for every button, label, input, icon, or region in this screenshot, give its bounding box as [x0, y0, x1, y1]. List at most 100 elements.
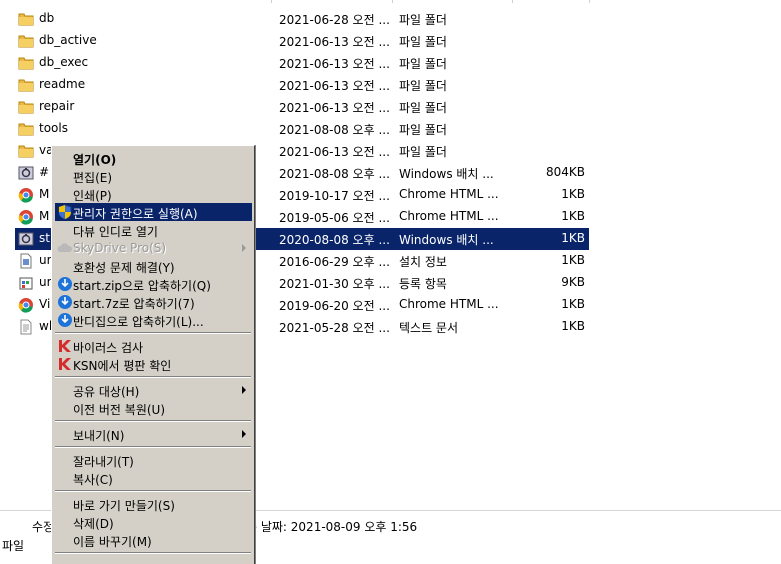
menu-item[interactable]: 반디집으로 압축하기(L)... — [55, 311, 252, 329]
menu-item[interactable]: KSN에서 평판 확인 — [55, 355, 252, 373]
file-name: db_active — [39, 33, 97, 47]
uac-shield-icon — [57, 204, 73, 220]
menu-item[interactable]: 이름 바꾸기(M) — [55, 531, 252, 549]
menu-item-label: KSN에서 평판 확인 — [73, 359, 172, 373]
file-size: 1KB — [561, 187, 585, 201]
menu-item-label: 복사(C) — [73, 473, 113, 487]
file-type: 파일 — [2, 539, 25, 553]
submenu-arrow-icon — [242, 430, 246, 438]
context-menu: 열기(O) 편집(E) 인쇄(P) 관리자 권한으로 실행(A) 다뷰 인디로 열기 Sk… — [51, 145, 255, 564]
file-date: 2021-06-13 오전 ... — [279, 35, 390, 49]
menu-item[interactable]: 관리자 권한으로 실행(A) — [55, 203, 252, 221]
submenu-arrow-icon — [242, 386, 246, 394]
registry-icon — [18, 275, 34, 291]
menu-item[interactable]: SkyDrive Pro(S) — [55, 239, 252, 257]
menu-item[interactable]: 바이러스 검사 — [55, 337, 252, 355]
file-name: M — [39, 187, 50, 201]
file-row[interactable]: tools 2021-08-08 오후 ... 파일 폴더 — [15, 118, 589, 140]
file-date: 2021-06-13 오전 ... — [279, 145, 390, 159]
menu-item-label: start.zip으로 압축하기(Q) — [73, 279, 211, 293]
file-date: 2021-05-28 오전 ... — [279, 321, 390, 335]
file-type: Chrome HTML ... — [399, 297, 499, 311]
column-separator[interactable] — [271, 0, 272, 3]
menu-item-label: 공유 대상(H) — [73, 385, 140, 399]
file-date: 2021-06-13 오전 ... — [279, 79, 390, 93]
bandizip-icon — [57, 294, 73, 310]
folder-icon — [18, 121, 34, 137]
file-row[interactable]: readme 2021-06-13 오전 ... 파일 폴더 — [15, 74, 589, 96]
folder-icon — [18, 11, 34, 27]
column-separator[interactable] — [512, 0, 513, 3]
menu-item-label: start.7z로 압축하기(7) — [73, 297, 195, 311]
menu-item[interactable]: 바로 가기 만들기(S) — [55, 495, 252, 513]
menu-item-label: 이름 바꾸기(M) — [73, 535, 152, 549]
chrome-icon — [18, 209, 34, 225]
file-date: 2016-06-29 오후 ... — [279, 255, 390, 269]
menu-item[interactable]: 삭제(D) — [55, 513, 252, 531]
file-name: # — [39, 165, 50, 179]
batch-file-icon — [18, 231, 34, 247]
file-type: 파일 폴더 — [399, 145, 447, 159]
file-name: tools — [39, 121, 68, 135]
file-date: 2021-08-08 오후 ... — [279, 167, 390, 181]
file-type: 파일 폴더 — [399, 123, 447, 137]
menu-item[interactable]: 호환성 문제 해결(Y) — [55, 257, 252, 275]
menu-item[interactable]: 다뷰 인디로 열기 — [55, 221, 252, 239]
menu-item-label: 호환성 문제 해결(Y) — [73, 261, 175, 275]
file-type: 파일 폴더 — [399, 57, 447, 71]
file-type: 파일 폴더 — [399, 13, 447, 27]
chrome-icon — [18, 297, 34, 313]
file-name: db — [39, 11, 55, 25]
file-name: Vi — [39, 297, 51, 311]
file-row[interactable]: repair 2021-06-13 오전 ... 파일 폴더 — [15, 96, 589, 118]
file-name: st — [39, 231, 50, 245]
file-type: 파일 폴더 — [399, 79, 447, 93]
file-date: 2019-05-06 오전 ... — [279, 211, 390, 225]
file-type: 파일 폴더 — [399, 101, 447, 115]
menu-item-label: 삭제(D) — [73, 517, 114, 531]
file-size: 1KB — [561, 319, 585, 333]
file-size: 1KB — [561, 209, 585, 223]
menu-item[interactable]: 복사(C) — [55, 469, 252, 487]
file-date: 2021-01-30 오후 ... — [279, 277, 390, 291]
menu-item[interactable]: 인쇄(P) — [55, 185, 252, 203]
file-name: ur — [39, 275, 52, 289]
file-size: 1KB — [561, 253, 585, 267]
menu-item[interactable]: 잘라내기(T) — [55, 451, 252, 469]
setup-info-icon — [18, 253, 34, 269]
folder-icon — [18, 33, 34, 49]
file-size: 9KB — [561, 275, 585, 289]
menu-item-label: 관리자 권한으로 실행(A) — [73, 207, 198, 221]
file-row[interactable]: db_exec 2021-06-13 오전 ... 파일 폴더 — [15, 52, 589, 74]
file-date: 2020-08-08 오후 ... — [279, 233, 390, 247]
file-type: 파일 폴더 — [399, 35, 447, 49]
menu-separator — [55, 420, 251, 422]
menu-item[interactable]: 편집(E) — [55, 167, 252, 185]
file-date: 2021-08-08 오후 ... — [279, 123, 390, 137]
menu-item-label: 보내기(N) — [73, 429, 125, 443]
menu-item[interactable]: start.7z로 압축하기(7) — [55, 293, 252, 311]
kaspersky-icon — [57, 356, 73, 372]
menu-item-label: 인쇄(P) — [73, 189, 112, 203]
menu-item-label: 잘라내기(T) — [73, 455, 134, 469]
batch-file-icon — [18, 165, 34, 181]
menu-item[interactable]: 공유 대상(H) — [55, 381, 252, 399]
file-type: 등록 항목 — [399, 277, 447, 291]
menu-item[interactable]: start.zip으로 압축하기(Q) — [55, 275, 252, 293]
file-row[interactable]: db 2021-06-28 오전 ... 파일 폴더 — [15, 8, 589, 30]
file-row[interactable]: db_active 2021-06-13 오전 ... 파일 폴더 — [15, 30, 589, 52]
menu-item[interactable]: 이전 버전 복원(U) — [55, 399, 252, 417]
menu-item[interactable]: 보내기(N) — [55, 425, 252, 443]
menu-item-label: 바이러스 검사 — [73, 341, 144, 355]
column-separator[interactable] — [589, 0, 590, 3]
file-type: 텍스트 문서 — [399, 321, 459, 335]
file-name: ur — [39, 253, 52, 267]
menu-separator — [55, 376, 251, 378]
file-type: Windows 배치 ... — [399, 233, 494, 247]
modified-date: 든 날짜: 2021-08-09 오후 1:56 — [246, 520, 418, 534]
file-type: Chrome HTML ... — [399, 187, 499, 201]
file-type: Windows 배치 ... — [399, 167, 494, 181]
folder-icon — [18, 77, 34, 93]
menu-item[interactable]: 열기(O) — [55, 149, 252, 167]
column-separator[interactable] — [392, 0, 393, 3]
